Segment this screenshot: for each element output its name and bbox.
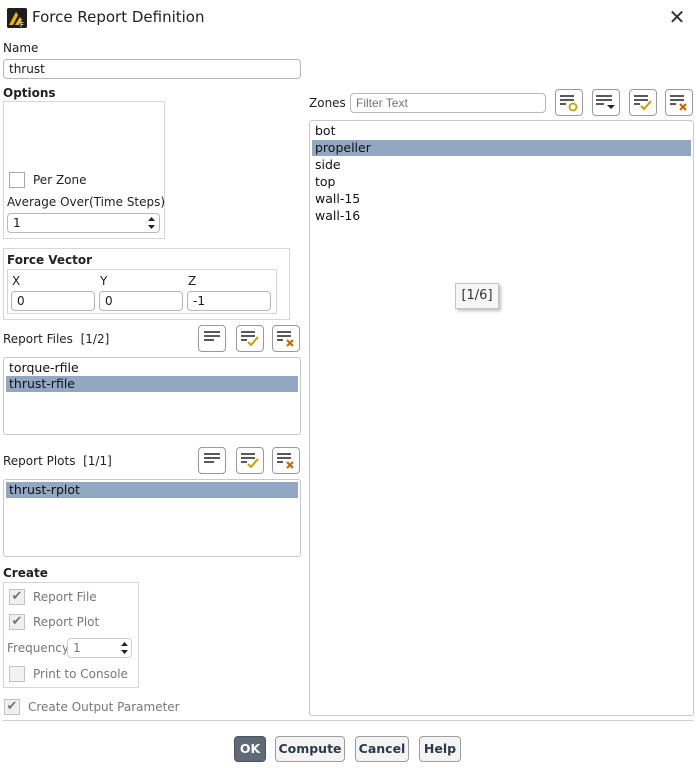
report-plots-count: [1/1] [83, 454, 112, 468]
per-zone-label: Per Zone [33, 173, 87, 187]
svg-text:F: F [20, 21, 24, 28]
create-output-param-label: Create Output Parameter [28, 700, 180, 714]
list-item[interactable]: wall-16 [312, 208, 691, 224]
list-icon [204, 331, 220, 341]
create-output-param-checkbox[interactable]: ✔ [4, 699, 20, 715]
report-plots-deselect-button[interactable] [272, 447, 300, 474]
report-files-label: Report Files [1/2] [3, 332, 109, 346]
report-plot-check-label: Report Plot [33, 615, 100, 629]
report-plots-label: Report Plots [1/1] [3, 454, 112, 468]
list-clear-icon [277, 331, 294, 347]
list-item[interactable]: bot [312, 123, 691, 139]
list-item-selected[interactable]: thrust-rfile [6, 376, 298, 392]
force-y-input[interactable]: 0 [99, 291, 183, 311]
report-files-select-all-button[interactable] [198, 325, 226, 352]
report-plots-title: Report Plots [3, 454, 76, 468]
zones-filter-input[interactable] [350, 93, 546, 113]
options-heading: Options [3, 86, 56, 100]
fluent-app-icon: F [7, 8, 27, 28]
list-dropdown-icon [596, 95, 615, 109]
average-over-label: Average Over(Time Steps) [7, 195, 166, 209]
report-plots-list: thrust-rplot [3, 479, 301, 557]
list-item-selected[interactable]: thrust-rplot [6, 482, 298, 498]
frequency-label: Frequency [7, 641, 69, 655]
ok-button[interactable]: OK [234, 736, 266, 762]
print-console-label: Print to Console [33, 667, 128, 681]
report-plots-check-button[interactable] [236, 447, 264, 474]
report-plot-checkbox[interactable]: ✔ [9, 614, 25, 630]
divider [2, 720, 694, 721]
list-check-icon [634, 95, 652, 111]
zones-label: Zones [309, 96, 346, 110]
frequency-spinner-icon[interactable] [120, 638, 129, 658]
report-files-title: Report Files [3, 332, 73, 346]
create-heading: Create [3, 566, 48, 580]
report-files-check-button[interactable] [236, 325, 264, 352]
list-item[interactable]: side [312, 157, 691, 173]
force-x-input[interactable]: 0 [11, 291, 95, 311]
cancel-button[interactable]: Cancel [355, 736, 409, 762]
report-files-list: torque-rfile thrust-rfile [3, 357, 301, 435]
list-check-icon [241, 331, 259, 347]
selection-count-tooltip: [1/6] [455, 283, 499, 309]
list-item[interactable]: torque-rfile [6, 360, 298, 376]
list-check-icon [241, 453, 259, 469]
zones-select-all-button[interactable] [629, 89, 657, 116]
per-zone-checkbox[interactable] [9, 172, 25, 188]
zones-list: bot propeller side top wall-15 wall-16 [309, 120, 694, 716]
force-vector-heading: Force Vector [7, 253, 93, 267]
list-clear-icon [277, 453, 294, 469]
report-files-count: [1/2] [80, 332, 110, 346]
list-item[interactable]: wall-15 [312, 191, 691, 207]
zones-deselect-all-button[interactable] [665, 89, 693, 116]
z-label: Z [188, 274, 197, 288]
report-files-deselect-button[interactable] [272, 325, 300, 352]
list-icon [204, 453, 220, 463]
report-file-check-label: Report File [33, 590, 97, 604]
close-icon[interactable]: ✕ [664, 5, 690, 29]
print-console-checkbox[interactable] [9, 666, 25, 682]
list-item-selected[interactable]: propeller [312, 140, 691, 156]
y-label: Y [100, 274, 108, 288]
name-label: Name [3, 41, 39, 55]
average-over-spinner-icon[interactable] [147, 213, 156, 233]
zones-type-dropdown-button[interactable] [592, 89, 620, 116]
compute-button[interactable]: Compute [275, 736, 345, 762]
list-search-icon [560, 95, 578, 112]
zones-match-button[interactable] [555, 89, 583, 116]
list-clear-icon [670, 95, 687, 111]
name-input[interactable]: thrust [3, 59, 301, 79]
list-item[interactable]: top [312, 174, 691, 190]
x-label: X [12, 274, 21, 288]
average-over-input[interactable]: 1 [7, 213, 160, 233]
report-file-checkbox[interactable]: ✔ [9, 589, 25, 605]
window-title: Force Report Definition [32, 8, 205, 26]
help-button[interactable]: Help [419, 736, 461, 762]
report-plots-select-all-button[interactable] [198, 447, 226, 474]
force-z-input[interactable]: -1 [187, 291, 271, 311]
